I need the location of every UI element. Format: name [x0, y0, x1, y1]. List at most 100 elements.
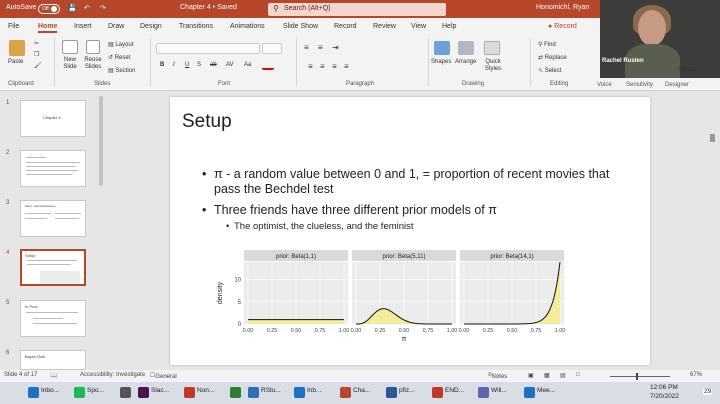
document-title[interactable]: Chapter 4 • Saved — [180, 4, 237, 11]
taskbar-app-label[interactable]: pfiz... — [399, 387, 415, 394]
taskbar-app-icon[interactable] — [340, 387, 351, 398]
tab-review[interactable]: Review — [373, 23, 396, 30]
new-slide-button[interactable]: New Slide — [58, 57, 82, 71]
arrange-button[interactable]: Arrange — [455, 59, 476, 65]
search-box[interactable]: ⚲ Search (Alt+Q) — [268, 3, 446, 16]
thumbnail-slide-2[interactable] — [20, 150, 86, 187]
quick-styles-icon[interactable] — [484, 41, 500, 55]
thumbnail-slide-1[interactable]: Chapter 4 — [20, 100, 86, 137]
bold-button[interactable]: B — [160, 62, 164, 68]
paste-icon[interactable] — [9, 40, 25, 56]
zoom-handle[interactable] — [636, 373, 638, 380]
tab-view[interactable]: View — [411, 23, 426, 30]
section-button[interactable]: ▤ Section — [108, 67, 135, 74]
tab-file[interactable]: File — [8, 23, 19, 30]
bullet-1[interactable]: π - a random value between 0 and 1, = pr… — [214, 167, 614, 197]
reset-button[interactable]: ↺ Reset — [108, 54, 130, 61]
taskbar-app-icon[interactable] — [478, 387, 489, 398]
record-button[interactable]: ● Record — [548, 23, 577, 30]
accessibility-status[interactable]: Accessibility: Investigate — [80, 372, 145, 378]
taskbar-app-icon[interactable] — [230, 387, 241, 398]
taskbar-app-label[interactable]: END... — [445, 387, 464, 394]
taskbar-app-label[interactable]: RStu... — [261, 387, 281, 394]
font-name-box[interactable] — [156, 43, 260, 54]
tab-help[interactable]: Help — [442, 23, 456, 30]
sub-bullet-1[interactable]: The optimist, the clueless, and the femi… — [234, 221, 414, 232]
new-slide-icon[interactable] — [62, 40, 78, 54]
tab-transitions[interactable]: Transitions — [179, 23, 213, 30]
shapes-button[interactable]: Shapes — [431, 59, 451, 65]
font-color-icon[interactable] — [262, 62, 274, 70]
tab-home[interactable]: Home — [38, 23, 58, 33]
taskbar-app-icon[interactable] — [386, 387, 397, 398]
scroll-thumb[interactable] — [710, 134, 715, 142]
tab-record[interactable]: Record — [334, 23, 357, 30]
clock-time[interactable]: 12:06 PM — [650, 384, 678, 391]
taskbar-app-icon[interactable] — [28, 387, 39, 398]
slide-title[interactable]: Setup — [182, 111, 232, 133]
align-center-icon[interactable]: ≡ — [320, 62, 325, 71]
find-button[interactable]: ⚲ Find — [538, 41, 556, 48]
taskbar-app-label[interactable]: Spo... — [87, 387, 104, 394]
thumbnail-slide-3[interactable]: Meet, optimist/clueless... — [20, 200, 86, 237]
justify-icon[interactable]: ≡ — [344, 62, 349, 71]
slide-canvas[interactable]: Setup • π - a random value between 0 and… — [170, 97, 650, 365]
sorter-view-icon[interactable]: ▦ — [544, 372, 550, 379]
underline-button[interactable]: U — [185, 62, 189, 68]
reading-view-icon[interactable]: ▤ — [560, 372, 566, 379]
notification-badge[interactable]: 29 — [703, 388, 713, 395]
align-left-icon[interactable]: ≡ — [308, 62, 313, 71]
autosave-toggle[interactable]: Off — [38, 4, 60, 14]
strikethrough-button[interactable]: ab — [210, 62, 217, 68]
cut-icon[interactable]: ✂ — [34, 40, 39, 47]
zoom-level[interactable]: 67% — [690, 372, 702, 378]
numbering-icon[interactable]: ≡ — [318, 43, 323, 52]
taskbar-app-icon[interactable] — [524, 387, 535, 398]
notes-button[interactable]: ≡ Notes — [488, 372, 507, 380]
slide-scrollbar[interactable] — [705, 92, 720, 370]
beta-prior-chart[interactable]: density 0 5 10 prior: Beta(1,1) 0.00 0.25 0.50 0… — [214, 250, 566, 350]
char-spacing-button[interactable]: AV — [226, 62, 234, 68]
bullet-2[interactable]: Three friends have three different prior… — [214, 203, 614, 218]
save-icon[interactable]: 💾 — [68, 4, 77, 12]
taskbar-app-icon[interactable] — [184, 387, 195, 398]
ideas-button[interactable]: Ideas — [678, 66, 695, 73]
zoom-slider[interactable] — [610, 376, 670, 377]
taskbar-app-icon[interactable] — [120, 387, 131, 398]
layout-button[interactable]: ▤ Layout — [108, 41, 133, 48]
taskbar-app-icon[interactable] — [294, 387, 305, 398]
shapes-icon[interactable] — [434, 41, 450, 55]
tab-design[interactable]: Design — [140, 23, 162, 30]
taskbar-app-label[interactable]: Mee... — [537, 387, 555, 394]
taskbar-app-label[interactable]: Slac... — [151, 387, 169, 394]
taskbar-app-label[interactable]: Cha... — [353, 387, 370, 394]
bullets-icon[interactable]: ≡ — [304, 43, 309, 52]
taskbar-app-label[interactable]: Inbo... — [41, 387, 59, 394]
normal-view-icon[interactable]: ▣ — [528, 372, 534, 379]
quick-styles-button[interactable]: Quick Styles — [481, 59, 505, 73]
undo-icon[interactable]: ↶ — [84, 4, 90, 12]
spelling-icon[interactable]: 📖 — [50, 372, 57, 379]
format-painter-icon[interactable]: 🖌 — [34, 62, 42, 69]
change-case-button[interactable]: Aa — [244, 62, 251, 68]
tab-slide-show[interactable]: Slide Show — [283, 23, 318, 30]
font-size-box[interactable] — [262, 43, 282, 54]
taskbar-app-icon[interactable] — [138, 387, 149, 398]
slideshow-view-icon[interactable]: □ — [576, 372, 580, 378]
reuse-slides-button[interactable]: Reuse Slides — [82, 57, 104, 71]
taskbar-app-icon[interactable] — [74, 387, 85, 398]
replace-button[interactable]: ⇄ Replace — [538, 54, 567, 61]
paste-button[interactable]: Paste — [8, 59, 23, 65]
tab-animations[interactable]: Animations — [230, 23, 265, 30]
tab-draw[interactable]: Draw — [108, 23, 124, 30]
italic-button[interactable]: I — [173, 62, 175, 68]
align-right-icon[interactable]: ≡ — [332, 62, 337, 71]
taskbar-app-icon[interactable] — [432, 387, 443, 398]
taskbar-app-label[interactable]: Inb... — [307, 387, 321, 394]
shadow-button[interactable]: S — [197, 62, 201, 68]
taskbar-app-label[interactable]: Non... — [197, 387, 214, 394]
thumbnail-slide-4[interactable]: Setup — [20, 249, 86, 286]
user-name[interactable]: Honomichl, Ryan — [536, 4, 589, 11]
reuse-slides-icon[interactable] — [86, 40, 100, 54]
arrange-icon[interactable] — [458, 41, 474, 55]
